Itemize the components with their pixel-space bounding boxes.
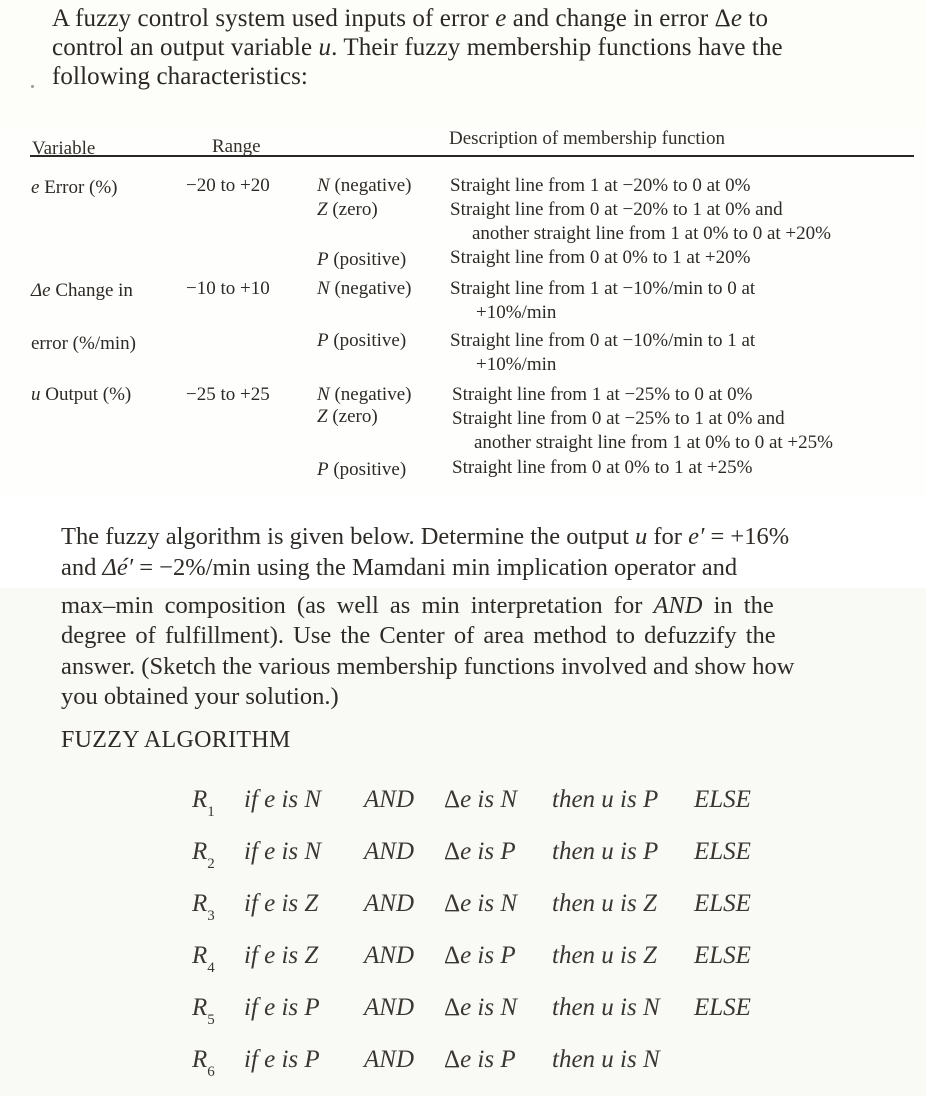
rule-consequent: then u is N	[552, 994, 660, 1021]
rule-name: R5	[192, 994, 215, 1028]
var-e-range: −20 to +20	[186, 175, 270, 196]
rule-consequent: then u is Z	[552, 890, 657, 917]
header-rule	[30, 155, 914, 157]
algorithm-title: FUZZY ALGORITHM	[61, 727, 291, 753]
rule-else: ELSE	[694, 942, 751, 969]
rule-condition-de: Δe is P	[444, 942, 516, 969]
var-de-label: Δe Change in	[31, 280, 133, 301]
problem-line-3: max–min composition (as well as min inte…	[61, 592, 774, 619]
de-set-p: P (positive)	[317, 330, 407, 351]
rule-name: R6	[192, 1046, 215, 1080]
rule-condition-e: if e is N	[244, 838, 322, 865]
var-de-label-2: error (%/min)	[31, 333, 136, 354]
intro-line-1: A fuzzy control system used inputs of er…	[52, 5, 769, 32]
rule-else: ELSE	[694, 994, 751, 1021]
rule-and: AND	[364, 942, 414, 969]
rule-consequent: then u is P	[552, 838, 659, 865]
problem-line-4: degree of fulfillment). Use the Center o…	[61, 622, 776, 649]
rule-condition-de: Δe is N	[444, 994, 518, 1021]
var-u-range: −25 to +25	[186, 384, 270, 405]
rule-consequent: then u is Z	[552, 942, 657, 969]
rule-condition-de: Δe is P	[444, 1046, 516, 1073]
u-set-z: Z (zero)	[317, 406, 378, 427]
u-set-z-desc-1: Straight line from 0 at −25% to 1 at 0% …	[452, 408, 785, 429]
e-set-n: N (negative)	[317, 175, 412, 196]
rule-condition-e: if e is Z	[244, 942, 319, 969]
problem-line-5: answer. (Sketch the various membership f…	[61, 653, 795, 680]
rule-name: R4	[192, 942, 215, 976]
u-set-p: P (positive)	[317, 459, 407, 480]
e-set-p-desc: Straight line from 0 at 0% to 1 at +20%	[450, 247, 751, 268]
rule-consequent: then u is P	[552, 786, 659, 813]
membership-table: Variable Range Description of membership…	[0, 128, 926, 498]
u-set-n-desc: Straight line from 1 at −25% to 0 at 0%	[452, 384, 753, 405]
rule-name: R3	[192, 890, 215, 924]
rule-condition-e: if e is Z	[244, 890, 319, 917]
de-set-n: N (negative)	[317, 278, 412, 299]
e-set-z: Z (zero)	[317, 199, 378, 220]
e-set-n-desc: Straight line from 1 at −20% to 0 at 0%	[450, 175, 751, 196]
problem-line-1: The fuzzy algorithm is given below. Dete…	[61, 523, 790, 550]
rule-else: ELSE	[694, 786, 751, 813]
u-set-p-desc: Straight line from 0 at 0% to 1 at +25%	[452, 457, 753, 478]
var-u-label: u Output (%)	[31, 384, 132, 405]
header-description: Description of membership function	[449, 128, 725, 149]
intro-line-2: control an output variable u. Their fuzz…	[52, 34, 783, 61]
de-set-n-desc-2: +10%/min	[476, 302, 557, 323]
u-set-n: N (negative)	[317, 384, 412, 405]
rule-and: AND	[364, 838, 414, 865]
var-de-range: −10 to +10	[186, 278, 270, 299]
rule-else: ELSE	[694, 890, 751, 917]
rule-and: AND	[364, 786, 414, 813]
rule-condition-e: if e is N	[244, 786, 322, 813]
rule-and: AND	[364, 994, 414, 1021]
rule-consequent: then u is N	[552, 1046, 660, 1073]
u-set-z-desc-2: another straight line from 1 at 0% to 0 …	[474, 432, 833, 453]
rule-condition-de: Δe is N	[444, 786, 518, 813]
problem-line-6: you obtained your solution.)	[61, 683, 339, 710]
e-set-p: P (positive)	[317, 249, 407, 270]
rule-condition-e: if e is P	[244, 1046, 320, 1073]
rule-condition-de: Δe is N	[444, 890, 518, 917]
de-set-p-desc-1: Straight line from 0 at −10%/min to 1 at	[450, 330, 756, 351]
rule-name: R1	[192, 786, 215, 820]
e-set-z-desc-1: Straight line from 0 at −20% to 1 at 0% …	[450, 199, 783, 220]
rule-else: ELSE	[694, 838, 751, 865]
intro-line-3: following characteristics:	[52, 63, 308, 90]
rule-and: AND	[364, 1046, 414, 1073]
problem-line-2: and Δé′ = −2%/min using the Mamdani min …	[61, 554, 738, 581]
var-e-label: e Error (%)	[31, 177, 118, 198]
rule-name: R2	[192, 838, 215, 872]
rule-condition-e: if e is P	[244, 994, 320, 1021]
intro-paragraph: A fuzzy control system used inputs of er…	[52, 4, 892, 91]
scan-artifact	[31, 85, 34, 88]
rule-condition-de: Δe is P	[444, 838, 516, 865]
de-set-n-desc-1: Straight line from 1 at −10%/min to 0 at	[450, 278, 756, 299]
e-set-z-desc-2: another straight line from 1 at 0% to 0 …	[472, 223, 831, 244]
de-set-p-desc-2: +10%/min	[476, 354, 557, 375]
rule-and: AND	[364, 890, 414, 917]
